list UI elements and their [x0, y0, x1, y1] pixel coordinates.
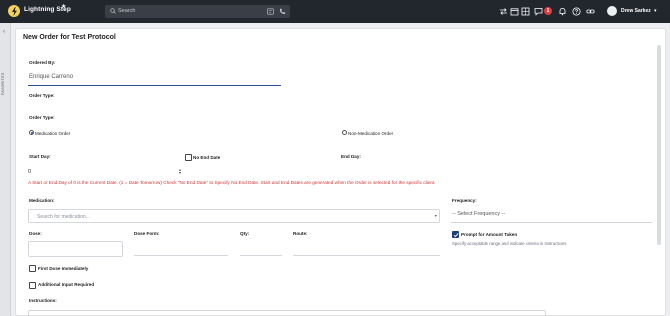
grid-icon[interactable]: [521, 7, 530, 16]
medication-search-select[interactable]: Search for medication...: [28, 209, 440, 223]
top-navigation-bar: Lightning Step ★ Search 1 Drew Sarkez ▾: [0, 0, 670, 23]
qty-input[interactable]: [240, 241, 282, 256]
frequency-select[interactable]: -- Select Frequency --: [451, 211, 652, 223]
help-icon[interactable]: [572, 7, 581, 16]
lightning-logo-icon[interactable]: [8, 5, 20, 17]
route-label: Route:: [293, 231, 308, 236]
transfer-icon[interactable]: [499, 7, 508, 16]
medication-order-label[interactable]: Medication Order: [35, 131, 70, 136]
order-type-label: Order Type:: [29, 93, 55, 98]
instructions-textarea[interactable]: [28, 310, 546, 316]
prompt-amount-label[interactable]: Prompt for Amount Taken: [461, 232, 517, 237]
first-dose-checkbox[interactable]: [29, 265, 36, 272]
ordered-by-label: Ordered By:: [29, 60, 56, 65]
search-input[interactable]: Search: [118, 8, 135, 14]
chevron-left-icon[interactable]: ‹: [3, 29, 5, 35]
medication-dropdown-caret-icon[interactable]: ▼: [434, 214, 438, 218]
prompt-amount-checkbox[interactable]: [452, 231, 459, 238]
bell-icon[interactable]: [558, 7, 567, 16]
start-day-label: Start Day:: [29, 154, 51, 159]
dose-label: Dose:: [29, 231, 42, 236]
additional-input-label[interactable]: Additional Input Required: [38, 282, 94, 287]
no-end-date-checkbox[interactable]: [185, 154, 192, 161]
start-day-input[interactable]: 0: [28, 167, 184, 177]
user-name[interactable]: Drew Sarkez: [621, 8, 651, 14]
favorite-star-icon[interactable]: ★: [61, 3, 66, 10]
phone-icon[interactable]: [279, 8, 286, 15]
user-avatar[interactable]: [607, 6, 617, 16]
notification-badge[interactable]: 1: [544, 7, 552, 15]
favorites-tab[interactable]: FAVORITES: [1, 65, 9, 95]
route-select[interactable]: [293, 241, 440, 256]
id-card-icon[interactable]: [267, 8, 274, 15]
search-icon: [110, 8, 116, 14]
order-type-label-2: Order Type:: [29, 115, 55, 120]
additional-input-checkbox[interactable]: [29, 282, 36, 289]
side-rail: ‹ FAVORITES: [0, 23, 11, 316]
user-menu-chevron-down-icon[interactable]: ▾: [654, 8, 657, 14]
prompt-amount-help: Specify acceptable range and indicate cr…: [452, 241, 567, 246]
start-day-stepper[interactable]: ▴ ▾: [179, 168, 181, 175]
medication-order-radio[interactable]: [29, 130, 34, 135]
dose-input[interactable]: [28, 241, 123, 257]
frequency-label: Frequency:: [452, 198, 477, 203]
no-end-date-label[interactable]: No End Date: [193, 155, 220, 160]
end-day-label: End Day:: [341, 154, 361, 159]
qty-label: Qty:: [240, 231, 250, 236]
instructions-label: Instructions:: [29, 298, 57, 303]
global-search[interactable]: Search: [105, 5, 290, 18]
page-title: New Order for Test Protocol: [23, 34, 116, 41]
first-dose-label[interactable]: First Dose Immediately: [38, 266, 88, 271]
non-medication-order-label[interactable]: Non-Medication Order: [348, 131, 393, 136]
date-warning-text: A Start or End Day of 0 is the Current D…: [28, 180, 436, 185]
messages-icon[interactable]: [534, 7, 543, 16]
calendar-icon[interactable]: [510, 7, 519, 16]
dose-form-label: Dose Form:: [134, 231, 160, 236]
link-icon[interactable]: [586, 7, 595, 16]
non-medication-order-radio[interactable]: [342, 130, 347, 135]
dose-form-select[interactable]: [134, 241, 228, 256]
scrollbar[interactable]: [657, 45, 661, 245]
ordered-by-input[interactable]: Enrique Carreno: [28, 71, 281, 86]
medication-label: Medication:: [29, 198, 55, 203]
